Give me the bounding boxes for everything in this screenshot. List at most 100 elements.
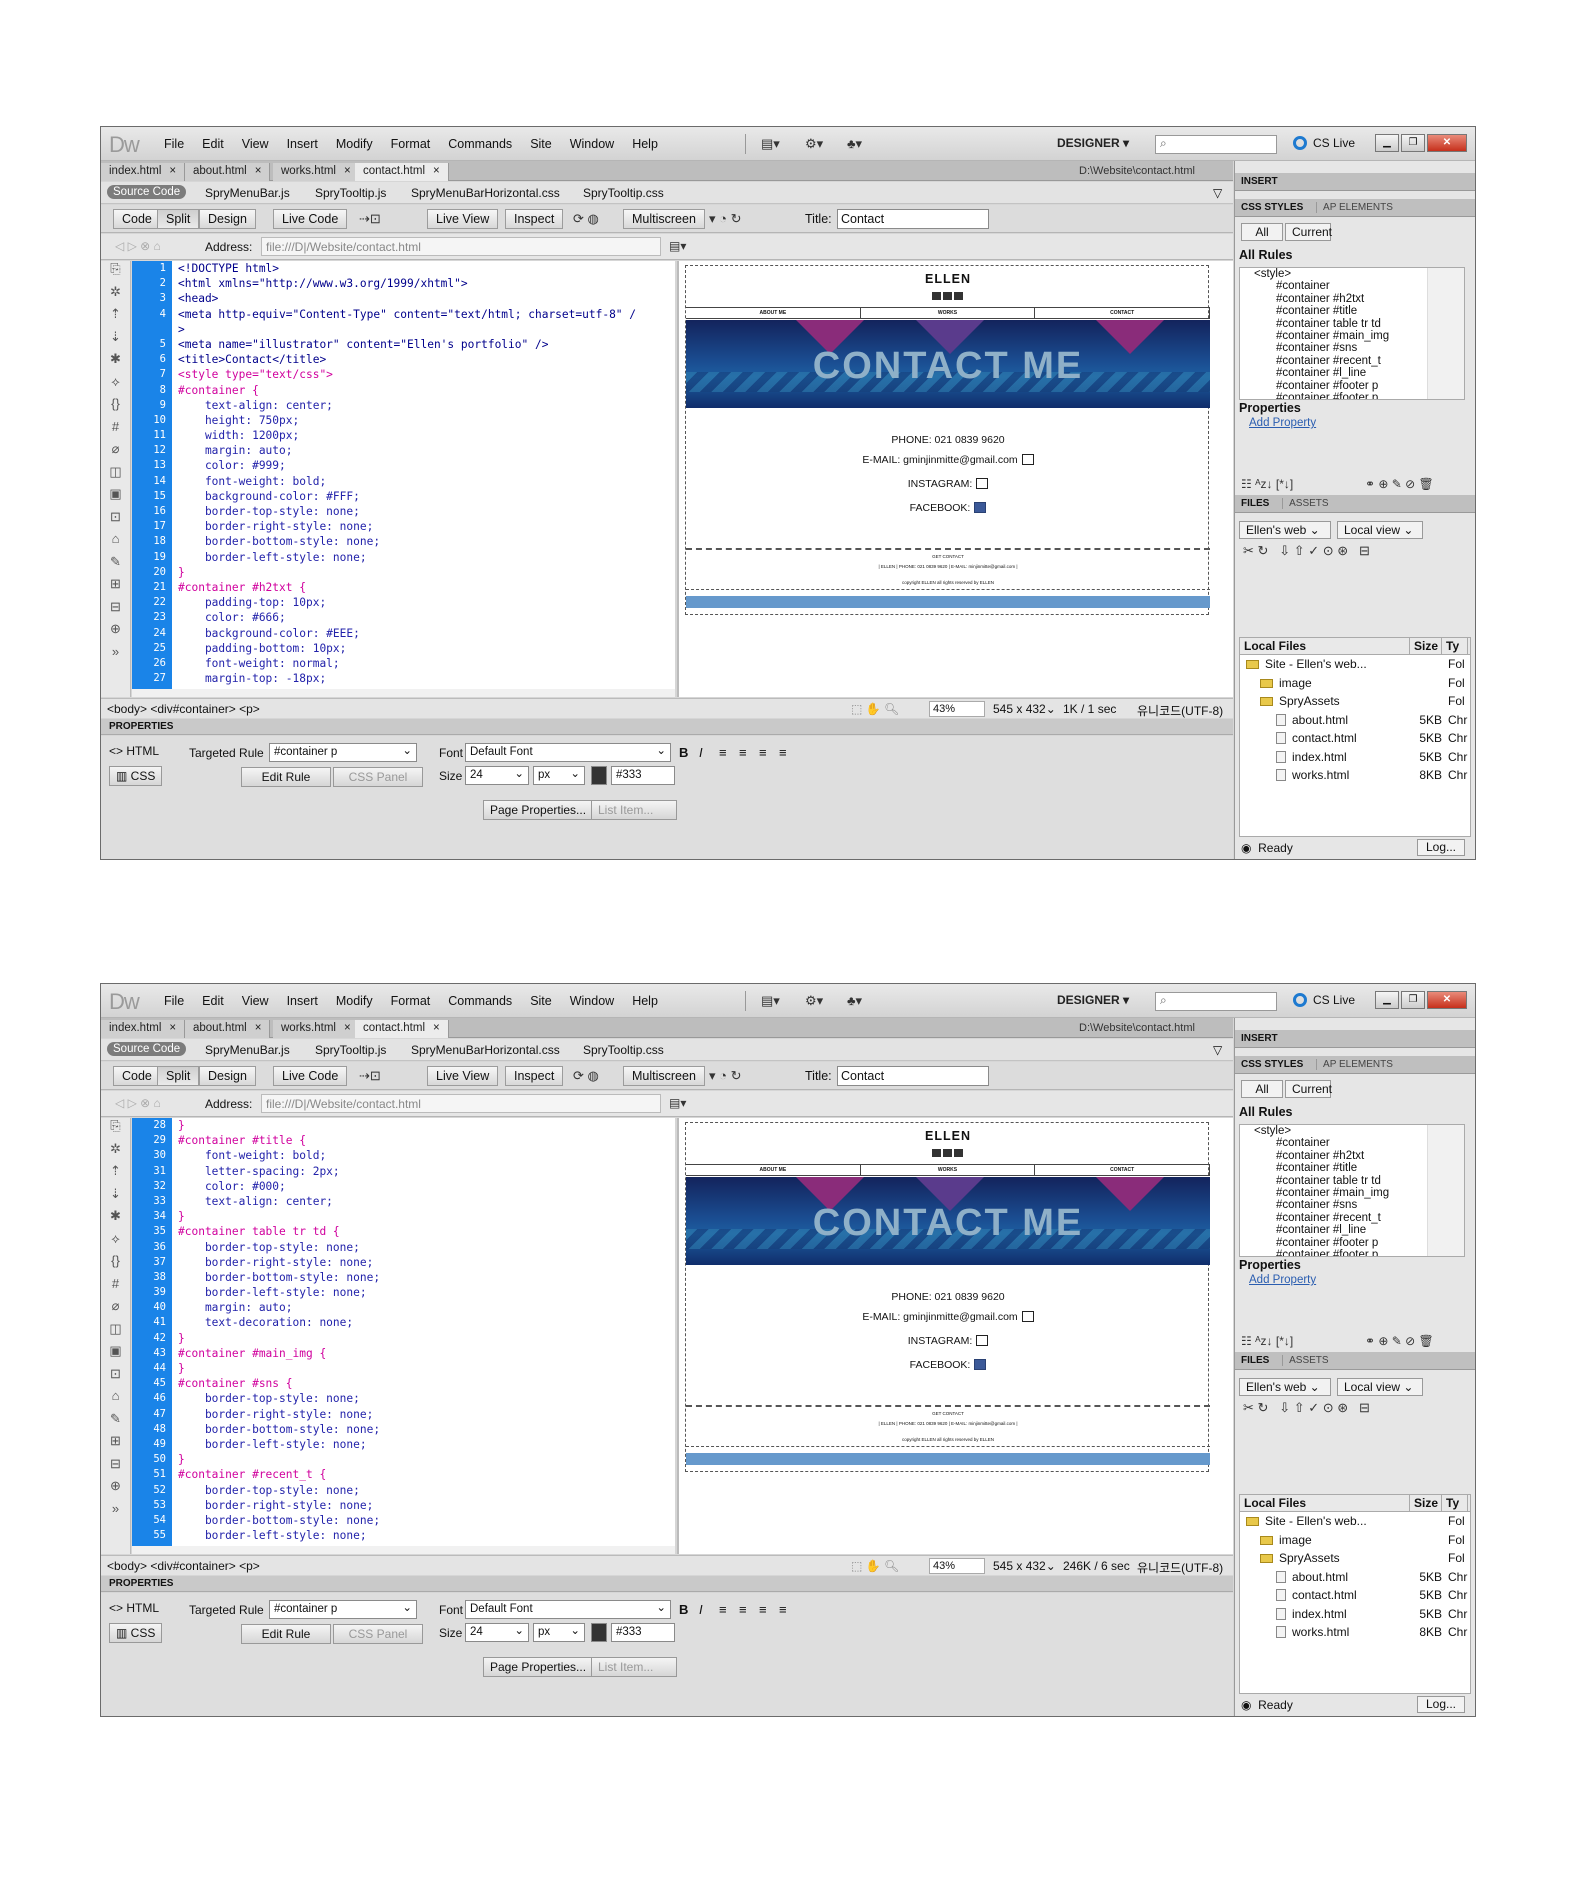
live-view-button[interactable]: Live View — [427, 209, 499, 229]
css-rules-list[interactable]: <style> #container #container #h2txt #conta… — [1239, 1124, 1465, 1257]
bold-button[interactable]: B — [679, 1602, 688, 1617]
back-forward-icon[interactable]: ◁ ▷ ⊗ ⌂ — [115, 1096, 161, 1110]
expand-icon[interactable]: ⇡ — [101, 1163, 130, 1186]
address-input[interactable]: file:///D|/Website/contact.html — [261, 1094, 661, 1113]
italic-button[interactable]: I — [699, 1602, 703, 1617]
col-size[interactable]: Size — [1410, 638, 1442, 654]
file-row[interactable]: image Fol — [1240, 1531, 1470, 1550]
tab-assets[interactable]: ASSETS — [1282, 498, 1335, 509]
code-editor[interactable]: 1 <!DOCTYPE html> 2 <html xmlns="http://www… — [132, 261, 675, 697]
related-file[interactable]: SpryMenuBar.js — [205, 1043, 290, 1057]
related-file[interactable]: SpryTooltip.js — [315, 1043, 386, 1057]
maximize-button[interactable]: ❐ — [1401, 991, 1425, 1009]
maximize-button[interactable]: ❐ — [1401, 134, 1425, 152]
css-panel-tools-icon[interactable]: ☷ ᴬz↓ [*↓] — [1241, 477, 1293, 491]
site-icon[interactable]: ♣▾ — [847, 993, 862, 1009]
live-view-button[interactable]: Live View — [427, 1066, 499, 1086]
close-tab-icon[interactable]: × — [433, 1022, 440, 1034]
css-rules-list[interactable]: <style> #container #container #h2txt #conta… — [1239, 267, 1465, 400]
close-tab-icon[interactable]: × — [344, 165, 351, 177]
align-center-button[interactable]: ≡ — [739, 1602, 747, 1617]
tab-css-styles[interactable]: CSS STYLES — [1241, 202, 1303, 213]
back-forward-icon[interactable]: ◁ ▷ ⊗ ⌂ — [115, 239, 161, 253]
workspace-switcher[interactable]: DESIGNER ▾ — [1057, 993, 1129, 1007]
col-size[interactable]: Size — [1410, 1495, 1442, 1511]
menu-help[interactable]: Help — [623, 137, 667, 151]
page-properties-button[interactable]: Page Properties... — [483, 800, 594, 820]
move-css-icon[interactable]: ✎ — [101, 554, 130, 577]
highlight-icon[interactable]: {} — [101, 396, 130, 419]
code-view-button[interactable]: Code — [113, 209, 161, 229]
select-tool-icon[interactable]: ⬚ ✋ 🔍︎ — [851, 702, 899, 716]
menu-view[interactable]: View — [233, 137, 278, 151]
filter-icon[interactable]: ▽ — [1213, 186, 1222, 200]
file-row[interactable]: contact.html 5KB Chr — [1240, 1586, 1470, 1605]
check-browser-icon[interactable]: ⇢⊡ — [359, 1068, 381, 1084]
expand-icon[interactable]: ⇡ — [101, 306, 130, 329]
tag-selector[interactable]: <body> <div#container> <p> — [107, 1559, 260, 1573]
file-row[interactable]: image Fol — [1240, 674, 1470, 693]
highlight-icon[interactable]: {} — [101, 1253, 130, 1276]
view-select[interactable]: Local view ⌄ — [1337, 1378, 1423, 1396]
col-type[interactable]: Ty — [1442, 1495, 1468, 1511]
indent-icon[interactable]: ⊞ — [101, 576, 130, 599]
outdent-icon[interactable]: ⊟ — [101, 599, 130, 622]
source-code-button[interactable]: Source Code — [107, 185, 187, 199]
insert-panel-header[interactable]: INSERT — [1235, 1030, 1475, 1048]
color-swatch[interactable] — [591, 1623, 607, 1642]
justify-button[interactable]: ≡ — [779, 1602, 787, 1617]
design-view-button[interactable]: Design — [199, 1066, 256, 1086]
font-size-select[interactable]: 24 — [465, 1623, 529, 1642]
tab-index[interactable]: index.html × — [101, 1020, 186, 1038]
targeted-rule-select[interactable]: #container p — [269, 743, 417, 762]
menu-edit[interactable]: Edit — [193, 137, 233, 151]
tab-ap-elements[interactable]: AP ELEMENTS — [1316, 1059, 1399, 1070]
tab-css-styles[interactable]: CSS STYLES — [1241, 1059, 1303, 1070]
related-file[interactable]: SpryTooltip.js — [315, 186, 386, 200]
indent-icon[interactable]: ⊞ — [101, 1433, 130, 1456]
workspace-switcher[interactable]: DESIGNER ▾ — [1057, 136, 1129, 150]
menu-window[interactable]: Window — [561, 137, 623, 151]
css-action-icons[interactable]: ⚭ ⊕ ✎ ⊘ 🗑︎ — [1365, 1334, 1434, 1348]
log-button[interactable]: Log... — [1417, 839, 1465, 856]
wrap-tag-icon[interactable]: ⊡ — [101, 509, 130, 532]
menu-site[interactable]: Site — [521, 994, 561, 1008]
filter-icon[interactable]: ▽ — [1213, 1043, 1222, 1057]
justify-button[interactable]: ≡ — [779, 745, 787, 760]
tab-about[interactable]: about.html × — [185, 163, 271, 181]
menu-modify[interactable]: Modify — [327, 994, 382, 1008]
font-size-select[interactable]: 24 — [465, 766, 529, 785]
italic-button[interactable]: I — [699, 745, 703, 760]
font-unit-select[interactable]: px — [533, 1623, 585, 1642]
list-item-button[interactable]: List Item... — [591, 800, 677, 820]
font-unit-select[interactable]: px — [533, 766, 585, 785]
file-row[interactable]: Site - Ellen's web... Fol — [1240, 655, 1470, 674]
related-file[interactable]: SpryTooltip.css — [583, 186, 664, 200]
tag-selector[interactable]: <body> <div#container> <p> — [107, 702, 260, 716]
open-documents-icon[interactable]: ⎘ — [101, 1118, 130, 1141]
menu-file[interactable]: File — [155, 137, 193, 151]
select-parent-icon[interactable]: ⇣ — [101, 1186, 130, 1209]
site-select[interactable]: Ellen's web ⌄ — [1239, 521, 1331, 539]
balance-braces-icon[interactable]: ✱ — [101, 351, 130, 374]
collapse-icon[interactable]: ✲ — [101, 284, 130, 307]
browser-menu-icon[interactable]: ▤▾ — [669, 1096, 686, 1110]
browser-menu-icon[interactable]: ▤▾ — [669, 239, 686, 253]
close-button[interactable]: ✕ — [1427, 134, 1467, 152]
multiscreen-button[interactable]: Multiscreen — [623, 1066, 705, 1086]
zoom-select[interactable]: 43% — [929, 701, 985, 717]
current-rules-toggle[interactable]: Current — [1285, 223, 1332, 241]
tab-assets[interactable]: ASSETS — [1282, 1355, 1335, 1366]
files-tree[interactable]: Local Files Size Ty Site - Ellen's web..… — [1239, 637, 1471, 837]
close-tab-icon[interactable]: × — [255, 1022, 262, 1034]
zoom-select[interactable]: 43% — [929, 1558, 985, 1574]
format-icon[interactable]: ⊕ — [101, 1478, 130, 1501]
rules-scrollbar[interactable] — [1427, 268, 1464, 399]
menu-site[interactable]: Site — [521, 137, 561, 151]
edit-rule-button[interactable]: Edit Rule — [241, 1624, 331, 1644]
color-input[interactable]: #333 — [611, 766, 675, 785]
inspect-button[interactable]: Inspect — [505, 209, 564, 229]
html-mode-button[interactable]: <> HTML — [109, 1601, 159, 1615]
related-file[interactable]: SpryMenuBar.js — [205, 186, 290, 200]
syntax-error-icon[interactable]: # — [101, 1276, 130, 1299]
